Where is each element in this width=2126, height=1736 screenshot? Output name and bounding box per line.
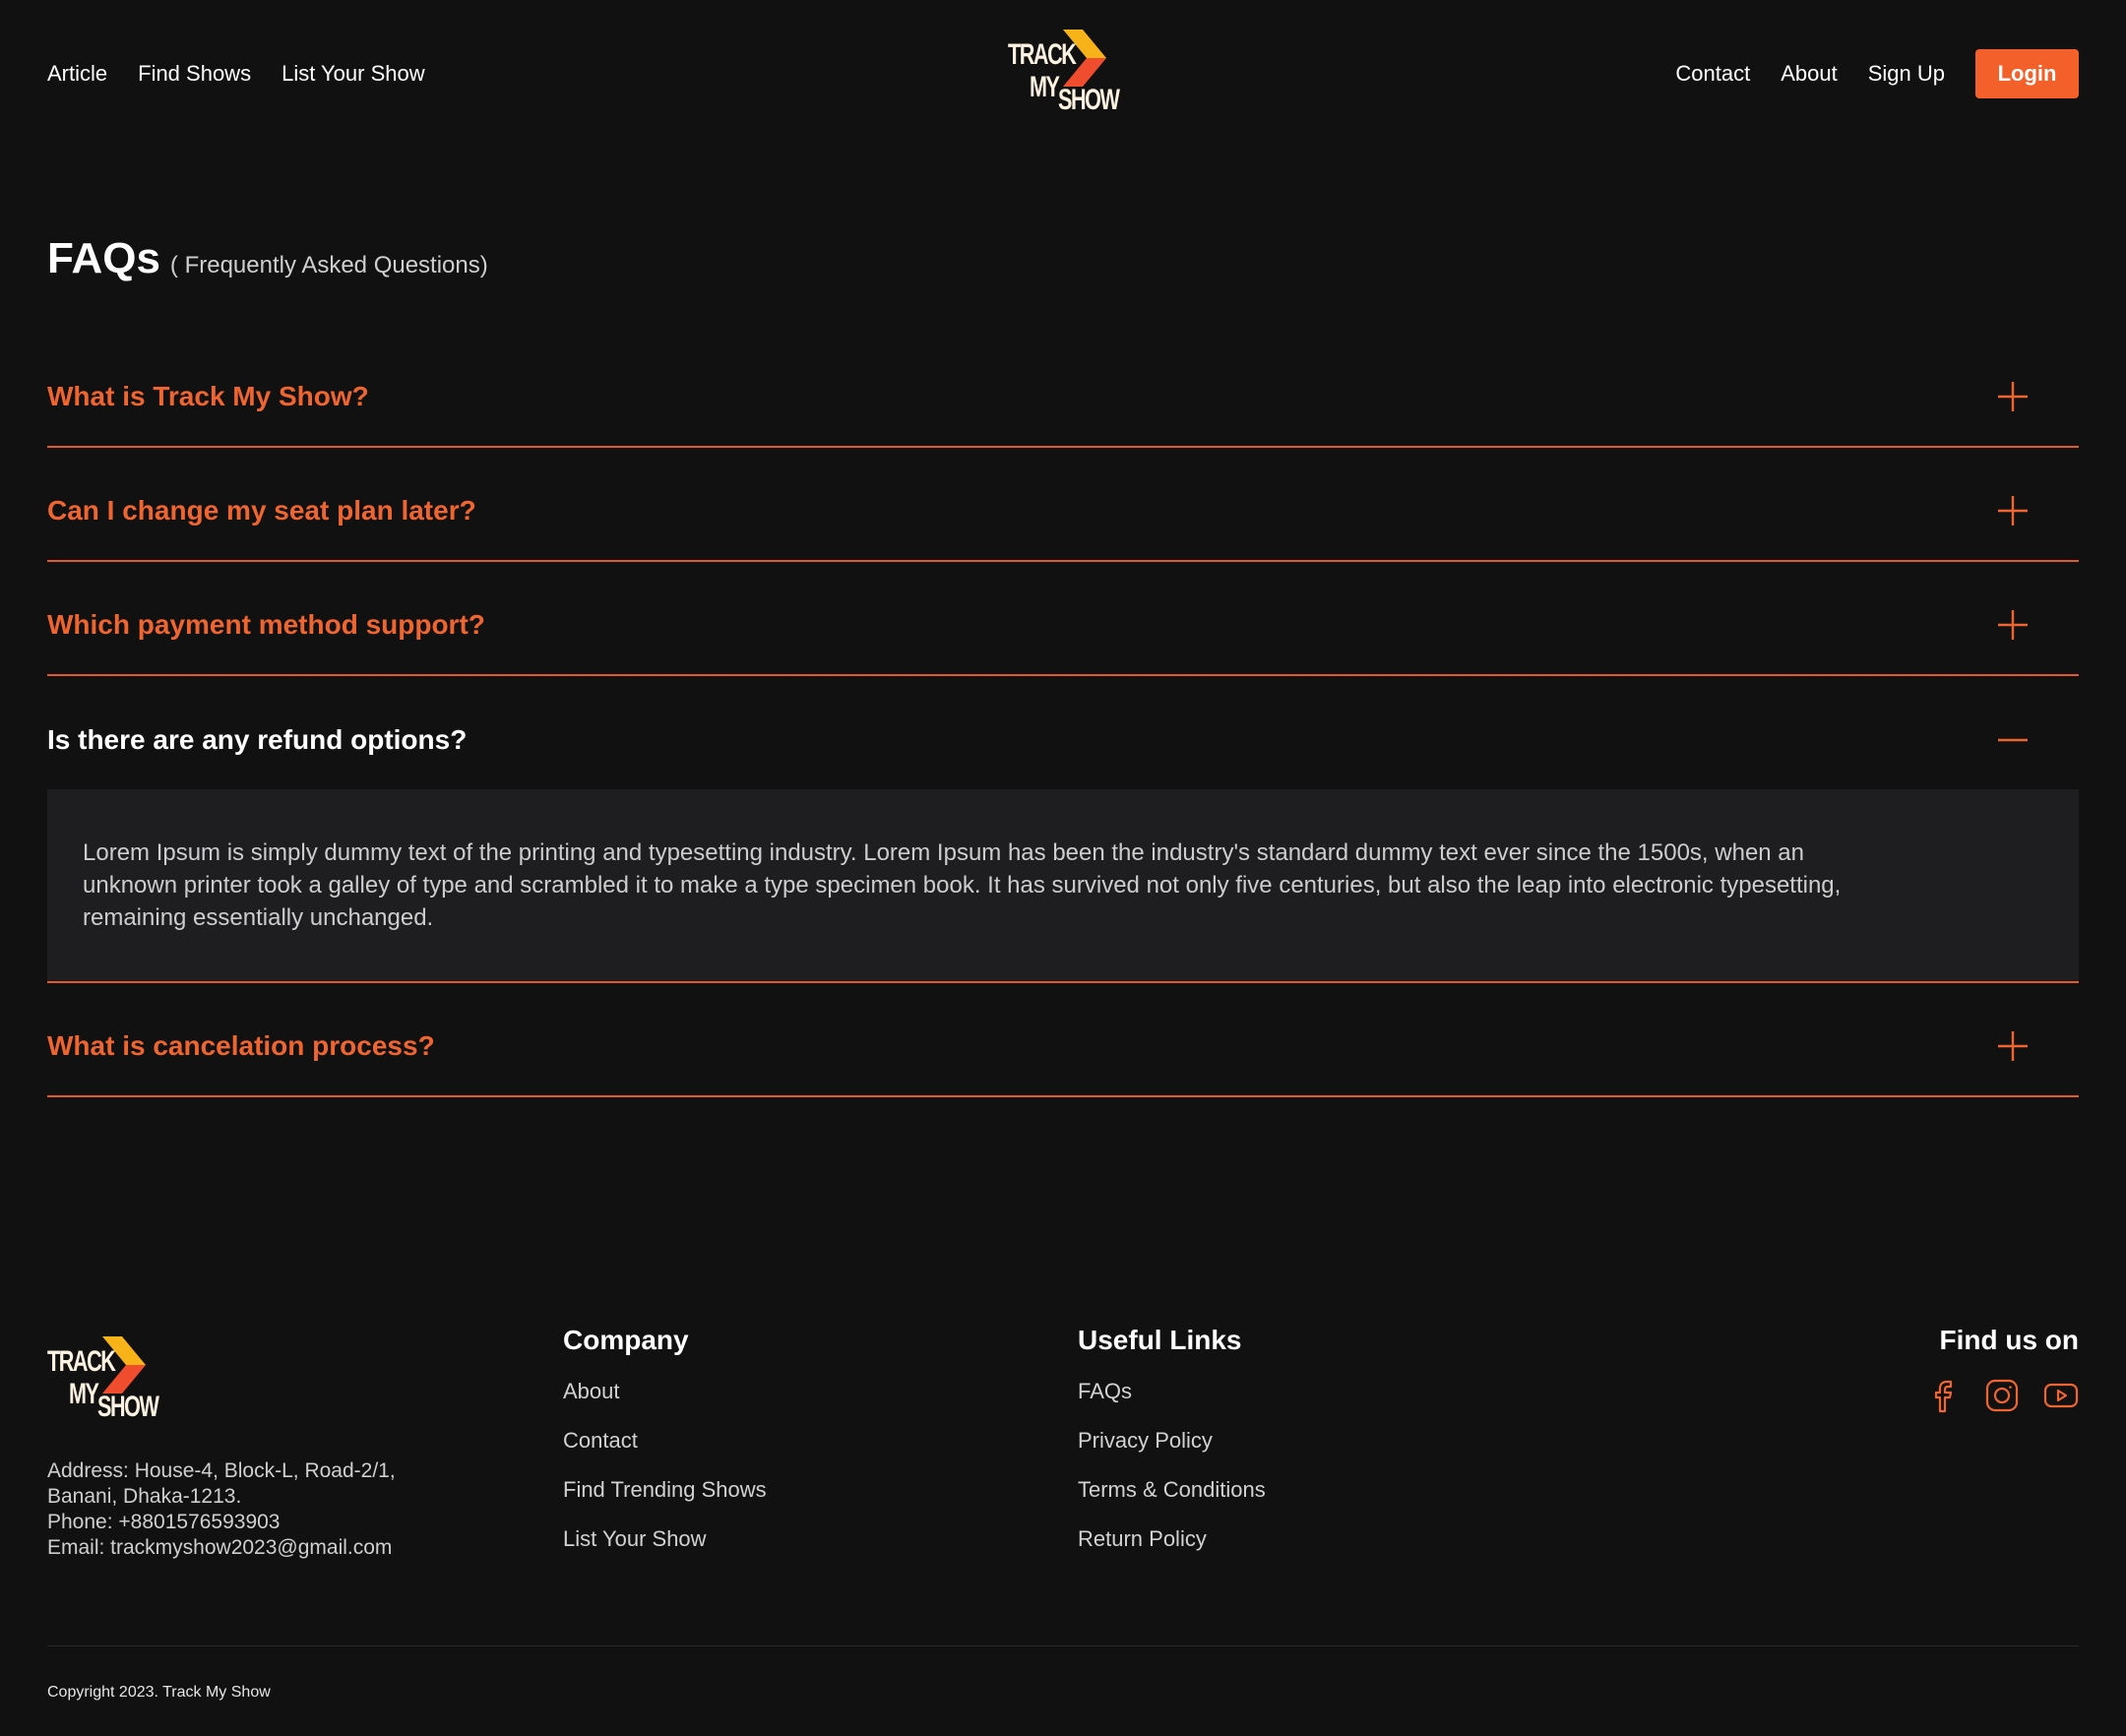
- footer-link-privacy-policy[interactable]: Privacy Policy: [1078, 1427, 1266, 1455]
- nav-left: Article Find Shows List Your Show: [47, 59, 425, 89]
- facebook-icon[interactable]: [1925, 1378, 1961, 1413]
- faq-subtitle: ( Frequently Asked Questions): [169, 252, 488, 279]
- logo-text-show: SHOW: [97, 1391, 159, 1423]
- faq-question: Can I change my seat plan later?: [47, 495, 476, 526]
- login-button[interactable]: Login: [1975, 49, 2079, 98]
- footer-divider: [47, 1645, 2079, 1646]
- footer-link-return-policy[interactable]: Return Policy: [1078, 1525, 1266, 1553]
- footer-link-find-trending-shows[interactable]: Find Trending Shows: [563, 1476, 767, 1504]
- nav-find-shows[interactable]: Find Shows: [138, 59, 251, 89]
- nav-about[interactable]: About: [1781, 59, 1838, 89]
- faq-heading: FAQs ( Frequently Asked Questions): [47, 234, 488, 283]
- address-line: Banani, Dhaka-1213.: [47, 1485, 242, 1508]
- nav-right: Contact About Sign Up Login: [1675, 49, 2079, 98]
- logo-text-my: MY: [1030, 71, 1060, 103]
- youtube-icon[interactable]: [2043, 1378, 2079, 1413]
- footer-company-title: Company: [563, 1325, 689, 1355]
- faq-question: What is Track My Show?: [47, 381, 369, 411]
- phone-text: Phone: +8801576593903: [47, 1511, 281, 1533]
- faq-item: Can I change my seat plan later?: [47, 448, 2079, 562]
- faq-question: Which payment method support?: [47, 609, 485, 640]
- copyright-text: Copyright 2023. Track My Show: [47, 1684, 271, 1701]
- instagram-icon[interactable]: [1984, 1378, 2020, 1413]
- footer-link-contact[interactable]: Contact: [563, 1427, 767, 1455]
- faq-question-toggle[interactable]: Which payment method support?: [47, 562, 2079, 674]
- footer-useful-links-title: Useful Links: [1078, 1325, 1242, 1355]
- logo-text-track: TRACK: [1008, 38, 1077, 71]
- nav-article[interactable]: Article: [47, 59, 107, 89]
- faq-question-toggle[interactable]: What is Track My Show?: [47, 334, 2079, 446]
- plus-icon[interactable]: [1996, 1029, 2030, 1063]
- faq-item: What is cancelation process?: [47, 983, 2079, 1097]
- header: Article Find Shows List Your Show TRACK …: [47, 0, 2079, 148]
- faq-item-open: Is there are any refund options? Lorem I…: [47, 676, 2079, 983]
- faq-question: What is cancelation process?: [47, 1030, 435, 1061]
- footer-link-about[interactable]: About: [563, 1378, 767, 1405]
- email-text: Email: trackmyshow2023@gmail.com: [47, 1536, 393, 1559]
- footer-link-terms[interactable]: Terms & Conditions: [1078, 1476, 1266, 1504]
- faq-item: What is Track My Show?: [47, 334, 2079, 448]
- footer-find-us-title: Find us on: [1939, 1325, 2079, 1355]
- footer-logo[interactable]: TRACK MY SHOW: [47, 1336, 159, 1425]
- logo-text-track: TRACK: [47, 1345, 116, 1378]
- logo-text-show: SHOW: [1058, 84, 1120, 116]
- faq-answer-text: Lorem Ipsum is simply dummy text of the …: [83, 839, 1842, 931]
- nav-sign-up[interactable]: Sign Up: [1868, 59, 1945, 89]
- faq-question-toggle[interactable]: Can I change my seat plan later?: [47, 448, 2079, 560]
- social-links: [1925, 1378, 2079, 1413]
- faq-question-toggle[interactable]: Is there are any refund options?: [47, 676, 2079, 789]
- faq-answer: Lorem Ipsum is simply dummy text of the …: [47, 789, 2079, 981]
- page: Article Find Shows List Your Show TRACK …: [47, 0, 2079, 1736]
- nav-list-your-show[interactable]: List Your Show: [281, 59, 425, 89]
- faq-list: What is Track My Show? Can I change my s…: [47, 334, 2079, 1097]
- faq-title: FAQs: [47, 234, 160, 282]
- faq-question: Is there are any refund options?: [47, 723, 468, 755]
- plus-icon[interactable]: [1996, 380, 2030, 413]
- faq-question-toggle[interactable]: What is cancelation process?: [47, 983, 2079, 1095]
- nav-contact[interactable]: Contact: [1675, 59, 1750, 89]
- address-line: Address: House-4, Block-L, Road-2/1,: [47, 1459, 396, 1482]
- faq-item: Which payment method support?: [47, 562, 2079, 676]
- plus-icon[interactable]: [1996, 494, 2030, 527]
- minus-icon[interactable]: [1996, 723, 2030, 757]
- footer-useful-links-column: Useful Links FAQs Privacy Policy Terms &…: [1078, 1325, 1266, 1575]
- logo-text-my: MY: [69, 1378, 99, 1410]
- footer-find-us-column: Find us on: [1925, 1325, 2079, 1413]
- footer-link-list-your-show[interactable]: List Your Show: [563, 1525, 767, 1553]
- footer-link-faqs[interactable]: FAQs: [1078, 1378, 1266, 1405]
- footer-company-column: Company About Contact Find Trending Show…: [563, 1325, 767, 1575]
- plus-icon[interactable]: [1996, 608, 2030, 642]
- header-logo[interactable]: TRACK MY SHOW: [1008, 30, 1120, 118]
- footer-contact-info: Address: House-4, Block-L, Road-2/1, Ban…: [47, 1458, 396, 1561]
